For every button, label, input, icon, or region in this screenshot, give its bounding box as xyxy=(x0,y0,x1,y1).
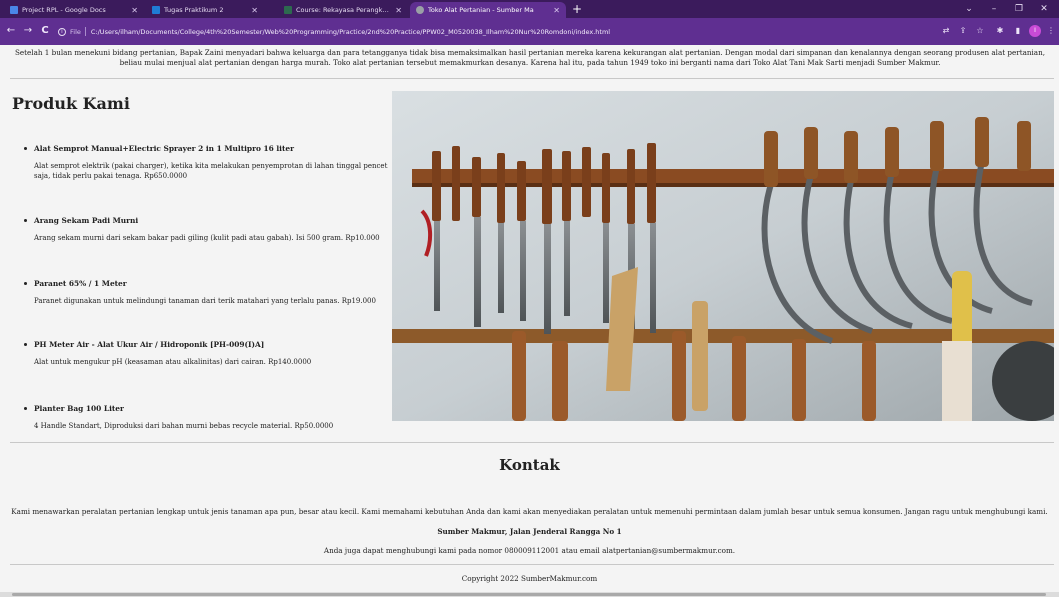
product-name: Planter Bag 100 Liter xyxy=(34,404,124,413)
store-address: Sumber Makmur, Jalan Jenderal Rangga No … xyxy=(437,527,622,536)
webpage: Setelah 1 bulan menekuni bidang pertania… xyxy=(0,45,1059,597)
close-window-icon[interactable]: ✕ xyxy=(1033,1,1055,17)
translate-icon[interactable]: ⇄ xyxy=(940,25,952,37)
globe-icon xyxy=(416,6,424,14)
info-icon[interactable]: i xyxy=(58,27,66,36)
bullet-icon xyxy=(24,343,27,346)
share-icon[interactable]: ⇪ xyxy=(957,25,969,37)
product-item: Paranet 65% / 1 Meter Paranet digunakan … xyxy=(24,279,392,307)
product-item: PH Meter Air - Alat Ukur Air / Hidroponi… xyxy=(24,340,392,368)
divider xyxy=(10,564,1054,565)
back-icon[interactable]: ← xyxy=(4,24,18,38)
extensions-icon[interactable]: ✱ xyxy=(994,25,1006,37)
profile-avatar-icon[interactable]: I xyxy=(1029,25,1041,37)
divider xyxy=(10,442,1054,443)
farm-tools-photo xyxy=(392,91,1054,421)
product-description: Alat semprot elektrik (pakai charger), k… xyxy=(34,162,388,180)
divider xyxy=(10,78,1054,79)
tab-title: Project RPL - Google Docs xyxy=(22,6,106,14)
bullet-icon xyxy=(24,282,27,285)
copyright: Copyright 2022 SumberMakmur.com xyxy=(461,574,598,583)
tab-project-rpl[interactable]: Project RPL - Google Docs ✕ xyxy=(4,2,144,18)
bookmark-star-icon[interactable]: ☆ xyxy=(974,25,986,37)
kontak-heading: Kontak xyxy=(499,456,560,474)
product-description: Alat untuk mengukur pH (keasaman atau al… xyxy=(34,358,312,366)
tab-title: Course: Rekayasa Perangkat Luna xyxy=(296,6,391,14)
course-icon xyxy=(284,6,292,14)
address-divider xyxy=(84,27,86,36)
product-item: Alat Semprot Manual+Electric Sprayer 2 i… xyxy=(24,144,392,181)
menu-icon[interactable]: ⋮ xyxy=(1045,25,1057,37)
tab-course-rpl[interactable]: Course: Rekayasa Perangkat Luna ✕ xyxy=(278,2,408,18)
file-scheme-label: File xyxy=(70,27,81,36)
maximize-icon[interactable]: ❐ xyxy=(1008,1,1030,17)
intro-paragraph: Setelah 1 bulan menekuni bidang pertania… xyxy=(14,48,1046,67)
browser-tab-strip: Project RPL - Google Docs ✕ Tugas Prakti… xyxy=(0,0,1059,18)
tab-tugas-praktikum[interactable]: Tugas Praktikum 2 ✕ xyxy=(146,2,264,18)
product-name: PH Meter Air - Alat Ukur Air / Hidroponi… xyxy=(34,340,265,349)
product-name: Alat Semprot Manual+Electric Sprayer 2 i… xyxy=(34,144,294,153)
docs-icon xyxy=(10,6,18,14)
product-item: Arang Sekam Padi Murni Arang sekam murni… xyxy=(24,216,392,244)
sidebar-icon[interactable]: ▮ xyxy=(1012,25,1024,37)
product-description: 4 Handle Standart, Diproduksi dari bahan… xyxy=(34,422,334,430)
product-description: Arang sekam murni dari sekam bakar padi … xyxy=(34,234,380,242)
product-description: Paranet digunakan untuk melindungi tanam… xyxy=(34,297,376,305)
tab-title: Tugas Praktikum 2 xyxy=(164,6,224,14)
scrollbar-thumb[interactable] xyxy=(12,593,1046,596)
browser-toolbar: ← → C i File C:/Users/ilham/Documents/Co… xyxy=(0,18,1059,45)
bullet-icon xyxy=(24,407,27,410)
tab-toko-alat-pertanian[interactable]: Toko Alat Pertanian - Sumber Ma ✕ xyxy=(410,2,566,18)
close-icon[interactable]: ✕ xyxy=(251,6,258,15)
address-bar[interactable]: i File C:/Users/ilham/Documents/College/… xyxy=(58,23,928,40)
reload-icon[interactable]: C xyxy=(38,24,52,38)
forward-icon[interactable]: → xyxy=(21,24,35,38)
product-item: Planter Bag 100 Liter 4 Handle Standart,… xyxy=(24,404,392,432)
close-icon[interactable]: ✕ xyxy=(131,6,138,15)
close-icon[interactable]: ✕ xyxy=(395,6,402,15)
product-name: Arang Sekam Padi Murni xyxy=(34,216,139,225)
bullet-icon xyxy=(24,219,27,222)
close-icon[interactable]: ✕ xyxy=(553,6,560,15)
classroom-icon xyxy=(152,6,160,14)
new-tab-button[interactable]: + xyxy=(570,2,584,16)
contact-info: Anda juga dapat menghubungi kami pada no… xyxy=(323,546,736,555)
tab-search-icon[interactable]: ⌄ xyxy=(958,1,980,17)
farm-tools-illustration xyxy=(392,91,1054,421)
horizontal-scrollbar[interactable] xyxy=(0,592,1059,597)
bullet-icon xyxy=(24,147,27,150)
kontak-paragraph: Kami menawarkan peralatan pertanian leng… xyxy=(11,507,1048,516)
product-name: Paranet 65% / 1 Meter xyxy=(34,279,127,288)
produk-heading: Produk Kami xyxy=(12,94,130,113)
url-text[interactable]: C:/Users/ilham/Documents/College/4th%20S… xyxy=(91,28,610,36)
tab-title: Toko Alat Pertanian - Sumber Ma xyxy=(428,6,534,14)
minimize-icon[interactable]: – xyxy=(983,1,1005,17)
